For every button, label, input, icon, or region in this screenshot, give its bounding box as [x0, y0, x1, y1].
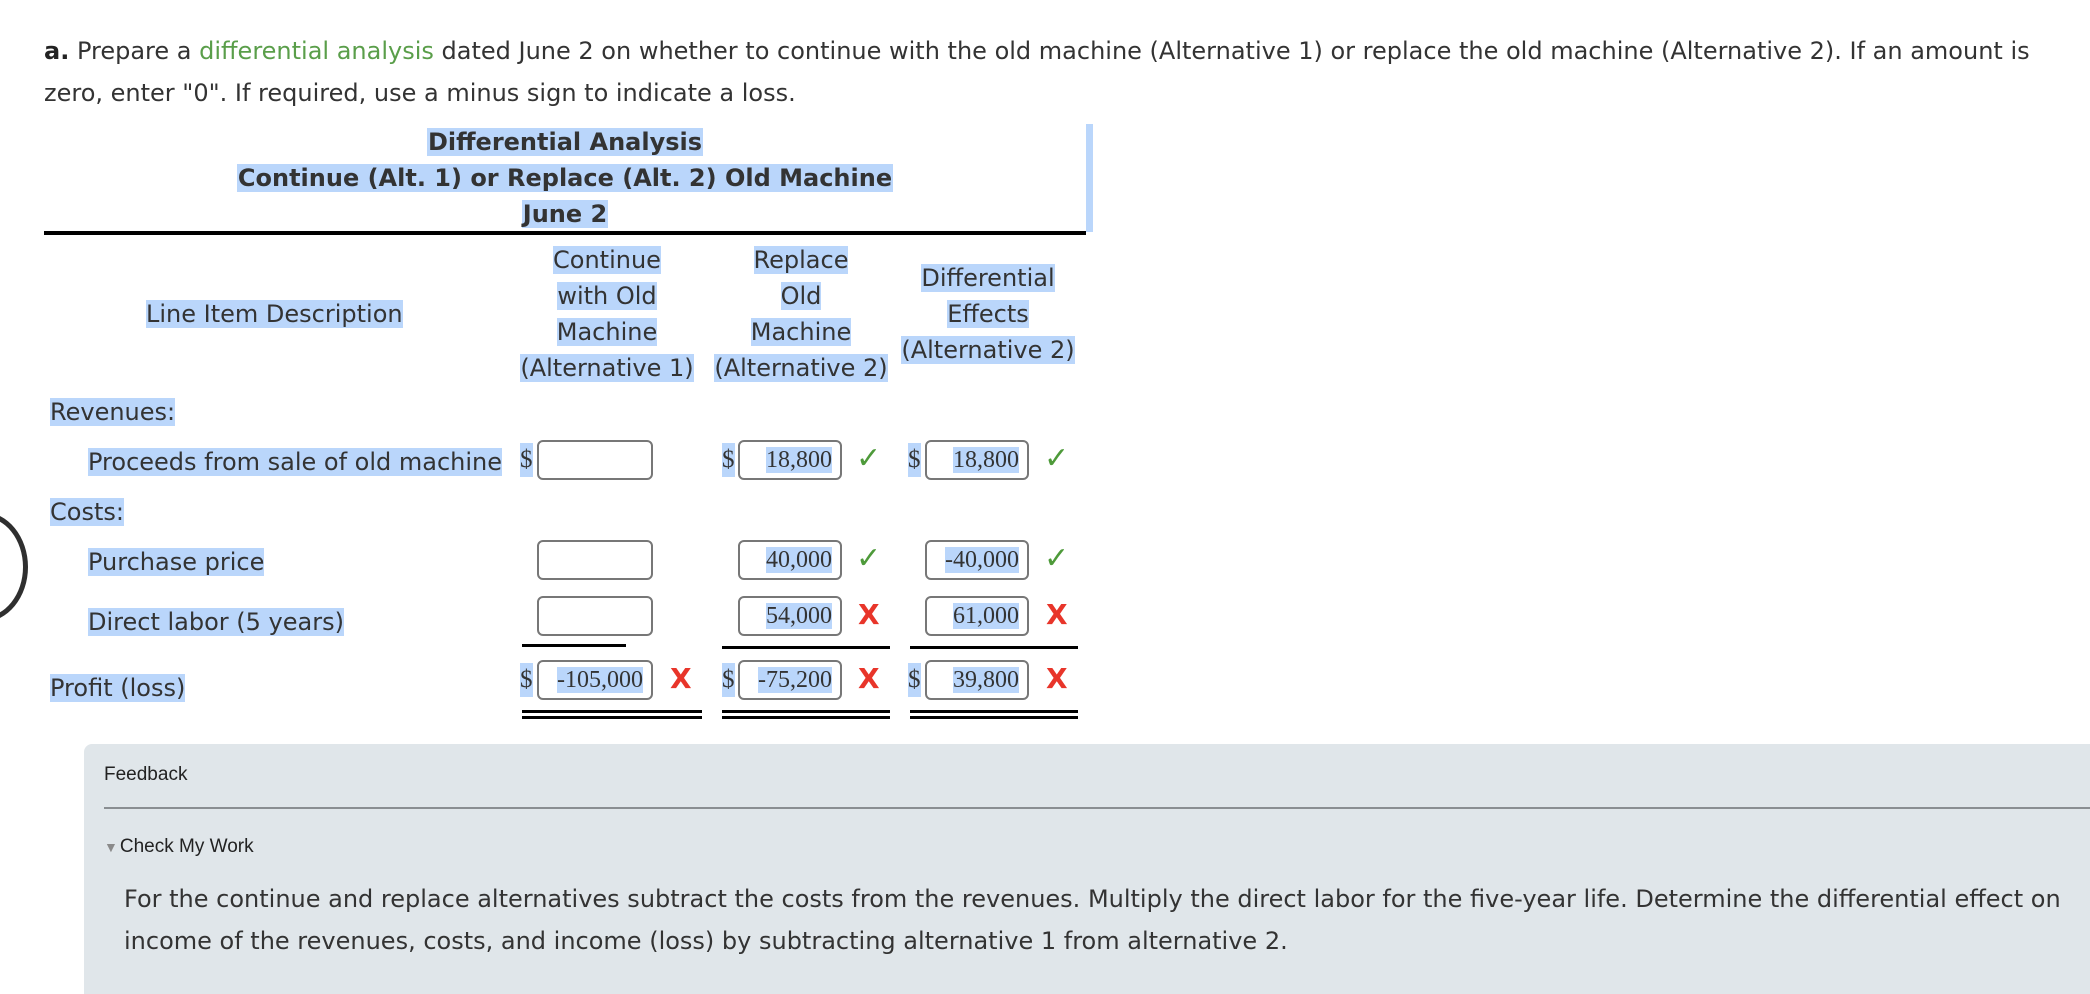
purchase-alt1-input[interactable] [537, 540, 653, 580]
currency-symbol: $ [722, 663, 735, 697]
statement-title-line-2: Continue (Alt. 1) or Replace (Alt. 2) Ol… [236, 164, 894, 192]
check-icon: ✓ [856, 541, 882, 576]
section-label: Costs: [50, 498, 124, 526]
input-value: 54,000 [766, 603, 832, 629]
row-purchase-label: Purchase price [88, 544, 265, 580]
profit-alt2-input[interactable]: -75,200 [738, 660, 842, 700]
glossary-term-link[interactable]: differential analysis [199, 37, 434, 65]
total-double-rule [722, 710, 890, 719]
x-icon: X [670, 662, 692, 695]
input-value: -75,200 [758, 667, 832, 693]
x-icon: X [1046, 662, 1068, 695]
header-text: Replace [753, 246, 849, 274]
check-my-work-toggle[interactable]: ▼ Check My Work [104, 836, 254, 858]
total-double-rule [910, 710, 1078, 719]
currency-symbol: $ [908, 443, 921, 477]
profit-alt1-input[interactable]: -105,000 [537, 660, 653, 700]
currency-symbol: $ [722, 443, 735, 477]
row-label: Direct labor (5 years) [88, 608, 344, 636]
currency-symbol: $ [520, 443, 533, 477]
proceeds-diff-input[interactable]: 18,800 [925, 440, 1029, 480]
proceeds-alt2-input[interactable]: 18,800 [738, 440, 842, 480]
row-label: Purchase price [88, 548, 265, 576]
header-text: with Old [557, 282, 657, 310]
row-labor-label: Direct labor (5 years) [88, 604, 344, 640]
question-label: a. [44, 37, 70, 65]
triangle-down-icon: ▼ [104, 839, 118, 855]
section-label: Revenues: [50, 398, 176, 426]
header-text: Old [780, 282, 822, 310]
statement-title-line-1: Differential Analysis [426, 128, 704, 156]
check-icon: ✓ [1044, 541, 1070, 576]
header-differential: Differential Effects (Alternative 2) [898, 260, 1078, 368]
check-icon: ✓ [1044, 441, 1070, 476]
x-icon: X [1046, 598, 1068, 631]
total-double-rule [522, 710, 702, 719]
input-value: 18,800 [953, 447, 1019, 473]
header-text: Continue [553, 246, 661, 274]
selection-bar [1086, 124, 1093, 232]
labor-alt1-input[interactable] [537, 596, 653, 636]
x-icon: X [858, 598, 880, 631]
header-alt2: Replace Old Machine (Alternative 2) [712, 242, 890, 386]
profit-diff-input[interactable]: 39,800 [925, 660, 1029, 700]
check-icon: ✓ [856, 441, 882, 476]
header-line-item-description: Line Item Description [146, 296, 403, 332]
header-text: (Alternative 1) [520, 354, 694, 382]
currency-symbol: $ [908, 663, 921, 697]
feedback-text: For the continue and replace alternative… [124, 885, 2061, 955]
statement-date: June 2 [521, 200, 609, 228]
subtotal-rule [910, 646, 1078, 649]
input-value: 39,800 [953, 667, 1019, 693]
section-costs: Costs: [50, 494, 124, 530]
labor-diff-input[interactable]: 61,000 [925, 596, 1029, 636]
subtotal-rule [722, 646, 890, 649]
header-text: (Alternative 2) [714, 354, 888, 382]
header-text: (Alternative 2) [901, 336, 1075, 364]
labor-alt2-input[interactable]: 54,000 [738, 596, 842, 636]
feedback-divider [104, 807, 2090, 809]
row-label: Profit (loss) [50, 674, 186, 702]
header-rule [44, 231, 1086, 235]
subtotal-rule [522, 644, 626, 647]
statement-title: Differential Analysis Continue (Alt. 1) … [44, 124, 1086, 232]
row-proceeds-label: Proceeds from sale of old machine [88, 444, 503, 480]
input-value: -40,000 [945, 547, 1019, 573]
row-profit-label: Profit (loss) [50, 670, 186, 706]
feedback-panel: Feedback ▼ Check My Work For the continue… [84, 744, 2090, 994]
section-revenues: Revenues: [50, 394, 176, 430]
header-alt1: Continue with Old Machine (Alternative 1… [518, 242, 696, 386]
partial-circle-graphic [0, 512, 28, 622]
question-prompt: a. Prepare a differential analysis dated… [44, 30, 2064, 114]
row-label: Proceeds from sale of old machine [88, 448, 503, 476]
header-text: Differential [921, 264, 1055, 292]
input-value: 18,800 [766, 447, 832, 473]
toggle-label: Check My Work [119, 836, 254, 857]
feedback-title: Feedback [104, 764, 188, 785]
header-text: Line Item Description [146, 300, 403, 328]
input-value: -105,000 [557, 667, 643, 693]
purchase-alt2-input[interactable]: 40,000 [738, 540, 842, 580]
input-value: 61,000 [953, 603, 1019, 629]
header-text: Machine [556, 318, 658, 346]
prompt-text-pre: Prepare a [69, 37, 200, 65]
header-text: Machine [750, 318, 852, 346]
input-value: 40,000 [766, 547, 832, 573]
header-text: Effects [947, 300, 1029, 328]
proceeds-alt1-input[interactable] [537, 440, 653, 480]
purchase-diff-input[interactable]: -40,000 [925, 540, 1029, 580]
currency-symbol: $ [520, 663, 533, 697]
x-icon: X [858, 662, 880, 695]
